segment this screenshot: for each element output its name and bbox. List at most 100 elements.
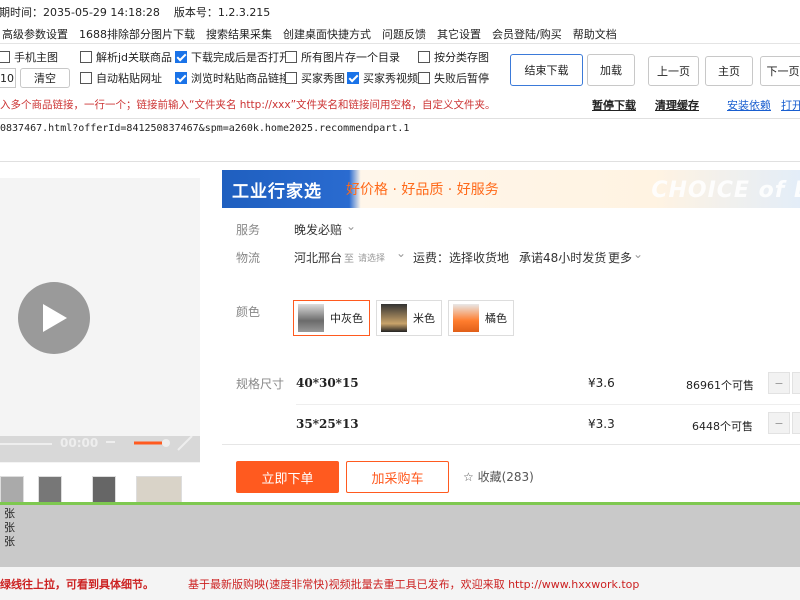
chevron-down-icon: ⌄ — [396, 246, 407, 260]
menu-member-login[interactable]: 会员登陆/购买 — [492, 26, 562, 42]
shipping-fee: 运费：选择收货地 — [413, 251, 510, 265]
menu-feedback[interactable]: 问题反馈 — [382, 26, 426, 42]
open-link[interactable]: 打开 — [781, 97, 800, 113]
service-value[interactable]: 晚发必赔 — [294, 221, 342, 238]
menu-1688-exclude[interactable]: 1688排除部分图片下载 — [79, 26, 195, 42]
size-price: ¥3.6 — [588, 376, 615, 390]
menu-other-settings[interactable]: 其它设置 — [437, 26, 481, 42]
url-text: 0837467.html?offerId=841250837467&spm=a2… — [0, 123, 410, 134]
input-hint: 入多个商品链接，一行一个；链接前输入“文件夹名 http://xxx”文件夹名和… — [0, 99, 496, 111]
add-to-cart-button[interactable]: 加采购车 — [346, 461, 449, 493]
option-buyer-show-images[interactable]: 买家秀图 — [285, 70, 345, 86]
banner-slogan: 好价格 · 好品质 · 好服务 — [346, 182, 499, 198]
chevron-down-icon: ⌄ — [346, 219, 357, 233]
menu-search-collect[interactable]: 搜索结果采集 — [206, 26, 272, 42]
thumbnail[interactable] — [0, 476, 24, 504]
industry-banner: 工业行家选 好价格 · 好品质 · 好服务 CHOICE of E — [222, 170, 800, 208]
log-line: 张 — [4, 507, 15, 520]
delivery-promise: 承诺48小时发货 — [519, 251, 607, 265]
expire-time: 到期时间：2035-05-29 14:18:28 — [0, 6, 160, 19]
checkbox[interactable] — [285, 51, 297, 63]
checkbox[interactable] — [80, 51, 92, 63]
size-stock: 86961个可售 — [686, 379, 754, 392]
status-bar: 绿线往上拉，可看到具体细节。 基于最新版购映(速度非常快)视频批量去重工具已发布… — [0, 567, 800, 600]
pause-download-link[interactable]: 暂停下载 — [592, 97, 636, 113]
favorite-button[interactable]: ☆ 收藏(283) — [463, 468, 534, 485]
option-buyer-show-video[interactable]: 买家秀视频 — [347, 70, 418, 86]
option-one-directory[interactable]: 所有图片存一个目录 — [285, 49, 400, 65]
banner-title: 工业行家选 — [232, 181, 322, 202]
checkbox-checked[interactable] — [175, 72, 187, 84]
count-input[interactable]: 10 — [0, 68, 16, 88]
status-announcement[interactable]: 基于最新版购映(速度非常快)视频批量去重工具已发布，欢迎来取 http://ww… — [188, 576, 639, 592]
option-classify[interactable]: 按分类存图 — [418, 49, 489, 65]
option-open-after-download[interactable]: 下载完成后是否打开 — [175, 49, 290, 65]
thumbnail-video[interactable] — [38, 476, 62, 504]
color-option-orange[interactable]: 橘色 — [448, 300, 514, 336]
checkbox-checked[interactable] — [347, 72, 359, 84]
checkbox[interactable] — [418, 51, 430, 63]
checkbox[interactable] — [418, 72, 430, 84]
title-bar: 到期时间：2035-05-29 14:18:28 版本号：1.2.3.215 — [0, 0, 800, 24]
status-tip: 绿线往上拉，可看到具体细节。 — [0, 577, 154, 591]
size-price: ¥3.3 — [588, 417, 615, 431]
option-phone-main[interactable]: 手机主图 — [0, 49, 58, 65]
color-thumbnail — [453, 304, 479, 332]
more-link[interactable]: 更多 — [608, 249, 632, 266]
size-value: 40*30*15 — [296, 376, 359, 390]
log-line: 张 — [4, 521, 15, 534]
load-button[interactable]: 加载 — [587, 54, 635, 86]
size-label: 规格尺寸 — [236, 377, 285, 391]
option-jd-parse[interactable]: 解析jd关联商品 — [80, 49, 172, 65]
banner-english: CHOICE of E — [651, 178, 800, 203]
menu-advanced[interactable]: 高级参数设置 — [2, 26, 68, 42]
minus-icon[interactable]: − — [768, 412, 790, 434]
menu-bar: 高级参数设置 1688排除部分图片下载 搜索结果采集 创建桌面快捷方式 问题反馈… — [0, 24, 800, 44]
star-icon: ☆ — [463, 470, 474, 484]
next-page-button[interactable]: 下一页 — [760, 56, 800, 86]
ship-from: 河北邢台 — [294, 251, 343, 265]
thumbnail-video[interactable] — [92, 476, 116, 504]
minus-icon[interactable]: − — [768, 372, 790, 394]
thumbnail[interactable] — [136, 476, 182, 504]
logistics-label: 物流 — [236, 251, 261, 265]
checkbox[interactable] — [285, 72, 297, 84]
color-thumbnail — [381, 304, 407, 332]
play-icon[interactable] — [18, 282, 90, 354]
choose-destination[interactable]: 请选择 — [358, 251, 385, 264]
checkbox[interactable] — [80, 72, 92, 84]
install-deps-link[interactable]: 安装依赖 — [727, 97, 771, 113]
service-label: 服务 — [236, 223, 261, 237]
menu-desktop-shortcut[interactable]: 创建桌面快捷方式 — [283, 26, 371, 42]
quantity-input[interactable] — [792, 372, 800, 394]
color-option-beige[interactable]: 米色 — [376, 300, 442, 336]
option-paste-when-browsing[interactable]: 浏览时粘贴商品链接 — [175, 70, 290, 86]
video-time: 00:00 — [60, 436, 99, 450]
menu-help[interactable]: 帮助文档 — [573, 26, 617, 42]
action-divider — [222, 444, 800, 445]
clear-button[interactable]: 清空 — [20, 68, 70, 88]
chevron-down-icon: ⌄ — [633, 247, 644, 261]
size-value: 35*25*13 — [296, 417, 359, 431]
option-auto-paste[interactable]: 自动粘贴网址 — [80, 70, 162, 86]
checkbox-checked[interactable] — [175, 51, 187, 63]
stop-download-button[interactable]: 结束下载 — [510, 54, 583, 86]
quantity-input[interactable] — [792, 412, 800, 434]
color-thumbnail — [298, 304, 324, 332]
option-pause-on-fail[interactable]: 失败后暂停 — [418, 70, 489, 86]
clear-cache-link[interactable]: 清理缓存 — [655, 97, 699, 113]
log-area: 张 张 张 — [0, 505, 800, 567]
color-label: 颜色 — [236, 305, 261, 319]
order-now-button[interactable]: 立即下单 — [236, 461, 339, 493]
url-input-area[interactable]: 0837467.html?offerId=841250837467&spm=a2… — [0, 118, 800, 162]
prev-page-button[interactable]: 上一页 — [648, 56, 699, 86]
size-stock: 6448个可售 — [692, 420, 753, 433]
checkbox[interactable] — [0, 51, 10, 63]
version-number: 版本号：1.2.3.215 — [173, 6, 271, 19]
log-line: 张 — [4, 535, 15, 548]
ship-to: 至 — [344, 254, 354, 265]
home-button[interactable]: 主页 — [705, 56, 753, 86]
video-controls[interactable]: 00:00 — [0, 436, 200, 462]
color-option-gray[interactable]: 中灰色 — [293, 300, 370, 336]
row-divider — [296, 404, 800, 405]
